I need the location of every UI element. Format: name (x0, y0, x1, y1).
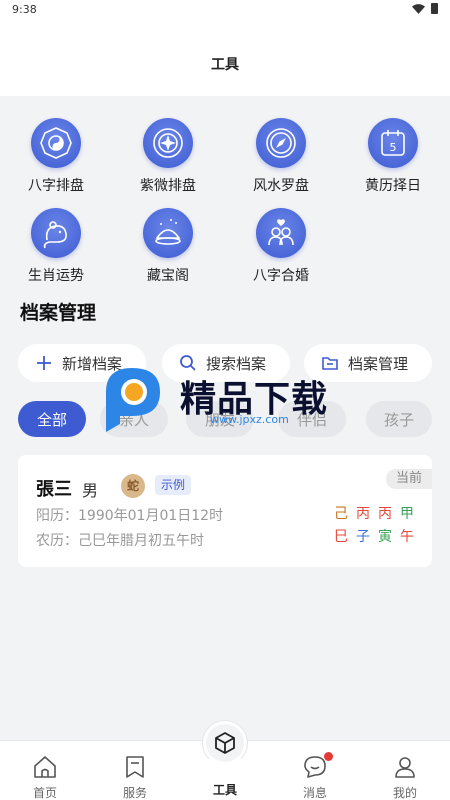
bazi-branches-row: 巳子寅午 (330, 526, 420, 549)
compass-icon (256, 118, 306, 168)
bazi-char: 甲 (400, 506, 414, 522)
bazi-char: 巳 (334, 529, 348, 545)
tab-label: 消息 (302, 786, 327, 800)
record-lunar-date: 农历：己巳年腊月初五午时 (36, 533, 204, 549)
tab-tools-bubble (202, 720, 248, 766)
sample-tag: 示例 (155, 475, 192, 495)
calendar-icon: 5 (368, 118, 418, 168)
filter-chip-family[interactable]: 亲人 (100, 401, 168, 437)
calendar-badge: 5 (390, 141, 397, 154)
tab-messages[interactable]: 消息 (270, 741, 360, 800)
plus-icon (34, 353, 54, 373)
tool-label: 风水罗盘 (253, 178, 309, 194)
add-archive-button[interactable]: 新增档案 (18, 344, 146, 382)
tab-service[interactable]: 服务 (90, 741, 180, 800)
search-icon (178, 353, 198, 373)
tab-label: 工具 (212, 783, 237, 797)
tool-treasure[interactable]: 藏宝阁 (112, 208, 224, 285)
bazi-char: 己 (334, 506, 348, 522)
bazi-char: 丙 (378, 506, 392, 522)
wifi-icon (412, 3, 425, 14)
tab-label: 我的 (392, 786, 417, 800)
page-title: 工具 (211, 57, 239, 73)
bazi-char: 子 (356, 529, 370, 545)
search-archive-label: 搜索档案 (206, 354, 267, 373)
search-archive-button[interactable]: 搜索档案 (162, 344, 290, 382)
page-header: 工具 (0, 22, 450, 96)
record-solar-date: 阳历：1990年01月01日12时 (36, 508, 224, 524)
record-name: 張三 (36, 479, 72, 500)
tool-fengshui[interactable]: 风水罗盘 (225, 118, 337, 195)
cube-icon (206, 724, 244, 762)
tool-label: 八字排盘 (28, 178, 84, 194)
tool-label: 生肖运势 (28, 268, 84, 284)
filter-chip-all[interactable]: 全部 (18, 401, 86, 437)
tab-tools[interactable]: 工具 (180, 720, 270, 800)
archive-record-card[interactable]: 張三 男 蛇 示例 当前 阳历：1990年01月01日12时 农历：己巳年腊月初… (18, 455, 432, 567)
tab-label: 首页 (32, 786, 57, 800)
tool-ziwei[interactable]: 紫微排盘 (112, 118, 224, 195)
tool-label: 八字合婚 (253, 268, 309, 284)
rat-icon (31, 208, 81, 258)
couple-icon (256, 208, 306, 258)
status-bar: 9:38 (0, 0, 450, 22)
manage-archive-button[interactable]: 档案管理 (304, 344, 432, 382)
folder-icon (320, 353, 340, 373)
treasure-icon (143, 208, 193, 258)
tool-label: 藏宝阁 (147, 268, 189, 284)
tab-home[interactable]: 首页 (0, 741, 90, 800)
tool-bazi[interactable]: 八字排盘 (0, 118, 112, 195)
unread-dot (324, 752, 333, 761)
filter-chip-partner[interactable]: 伴侣 (278, 401, 346, 437)
tool-marriage[interactable]: 八字合婚 (225, 208, 337, 285)
bazi-char: 午 (400, 529, 414, 545)
battery-icon (431, 3, 438, 14)
archive-section-title: 档案管理 (20, 302, 97, 324)
tool-label: 黄历择日 (365, 178, 421, 194)
tab-label: 服务 (122, 786, 147, 800)
bazi-char: 寅 (378, 529, 392, 545)
filter-chip-children[interactable]: 孩子 (366, 401, 432, 437)
bazi-char: 丙 (356, 506, 370, 522)
current-badge: 当前 (386, 469, 432, 489)
bazi-grid: 己丙丙甲 巳子寅午 (330, 503, 420, 549)
status-time: 9:38 (12, 3, 37, 16)
record-gender: 男 (82, 481, 99, 500)
zodiac-badge: 蛇 (121, 474, 145, 498)
bookmark-icon (120, 752, 150, 782)
compass-star-icon (143, 118, 193, 168)
bazi-stems-row: 己丙丙甲 (330, 503, 420, 526)
bottom-tab-bar: 首页 服务 工具 消息 我的 (0, 720, 450, 800)
manage-archive-label: 档案管理 (348, 354, 409, 373)
user-icon (390, 752, 420, 782)
tool-almanac[interactable]: 5 黄历择日 (337, 118, 449, 195)
filter-chip-friends[interactable]: 朋友 (186, 401, 254, 437)
bagua-icon (31, 118, 81, 168)
add-archive-label: 新增档案 (62, 354, 123, 373)
tool-label: 紫微排盘 (140, 178, 196, 194)
home-icon (30, 752, 60, 782)
tab-profile[interactable]: 我的 (360, 741, 450, 800)
tool-zodiac[interactable]: 生肖运势 (0, 208, 112, 285)
